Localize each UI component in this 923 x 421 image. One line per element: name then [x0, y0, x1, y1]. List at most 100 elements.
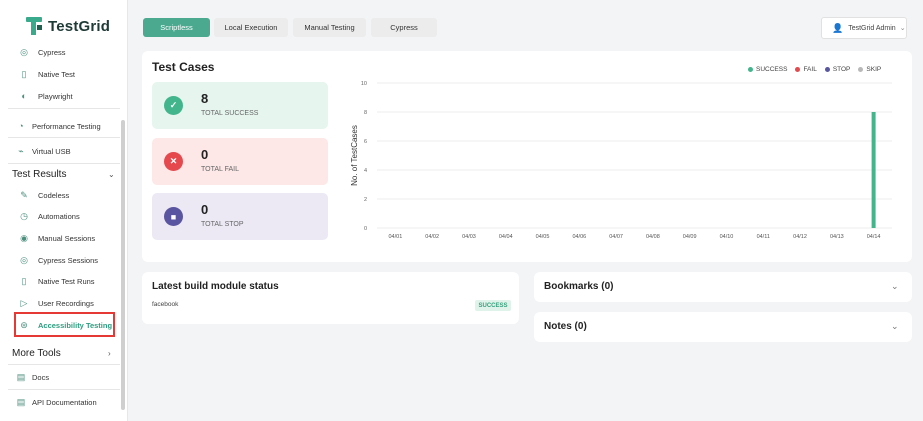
sidebar-section-more-tools[interactable]: More Tools › [0, 343, 120, 363]
native-test-runs-icon: ▯ [21, 275, 27, 286]
x-tick-label: 04/08 [646, 234, 660, 240]
sidebar-item-label: Cypress [38, 47, 66, 57]
sidebar-item-label: Virtual USB [32, 146, 71, 156]
test-cases-chart: 0 2 4 6 8 10 04/01 04/02 04/03 04/04 04/05 04/06 04/… [350, 81, 892, 240]
codeless-icon: ✎ [20, 189, 28, 200]
sidebar-scrollbar[interactable] [121, 120, 125, 410]
build-status-card: Latest build module status facebook SUCC… [142, 272, 519, 324]
fail-x-icon: ✕ [164, 152, 183, 171]
stat-total-fail: ✕ 0 TOTAL FAIL [152, 138, 328, 185]
card-title: Test Cases [152, 60, 215, 74]
stat-label: TOTAL STOP [201, 221, 244, 228]
sidebar-item-label: Performance Testing [32, 121, 101, 131]
stat-value: 0 [201, 147, 209, 162]
stat-label: TOTAL SUCCESS [201, 110, 259, 117]
sidebar-item-manual-sessions[interactable]: ◉ Manual Sessions [0, 228, 120, 248]
chevron-down-icon: ⌄ [108, 169, 115, 179]
sidebar-item-api-documentation[interactable]: ▤ API Documentation [0, 392, 120, 412]
x-tick-label: 04/10 [720, 234, 734, 240]
stat-total-success: ✓ 8 TOTAL SUCCESS [152, 82, 328, 129]
bookmarks-panel[interactable]: Bookmarks (0) ⌄ [534, 272, 912, 302]
x-tick-label: 04/04 [499, 234, 513, 240]
sidebar-item-codeless[interactable]: ✎ Codeless [0, 185, 120, 205]
user-menu[interactable]: 👤 TestGrid Admin ⌄ [821, 17, 907, 39]
docs-icon: ▤ [16, 371, 26, 382]
chevron-down-icon[interactable]: ⌄ [891, 281, 899, 292]
sidebar-item-native-test-runs[interactable]: ▯ Native Test Runs [0, 271, 120, 291]
section-label: Test Results [12, 168, 67, 180]
test-cases-card: Test Cases ✓ 8 TOTAL SUCCESS ✕ 0 TOTAL F… [142, 51, 912, 262]
stat-label: TOTAL FAIL [201, 166, 239, 173]
y-axis-label: No. of TestCases [350, 125, 359, 186]
sidebar-item-performance-testing[interactable]: ◔ Performance Testing [0, 116, 120, 136]
tab-manual-testing[interactable]: Manual Testing [293, 18, 366, 37]
top-bar: Scriptless Local Execution Manual Testin… [128, 0, 923, 48]
x-tick-label: 04/03 [462, 234, 476, 240]
x-tick-label: 04/06 [572, 234, 586, 240]
api-docs-icon: ▤ [16, 396, 26, 407]
testgrid-logo-icon [26, 17, 42, 35]
cypress-icon: ◎ [20, 46, 28, 57]
playwright-icon: ◐ [21, 91, 27, 101]
chevron-down-icon[interactable]: ⌄ [891, 321, 899, 332]
sidebar-item-label: Cypress Sessions [38, 255, 99, 265]
x-tick-label: 04/09 [683, 234, 697, 240]
stat-value: 0 [201, 202, 209, 217]
build-module-name: facebook [152, 301, 179, 308]
stat-value: 8 [201, 91, 209, 106]
sidebar-section-test-results[interactable]: Test Results ⌄ [0, 164, 120, 184]
tab-cypress[interactable]: Cypress [371, 18, 437, 37]
x-tick-label: 04/11 [757, 234, 770, 240]
y-tick-label: 8 [364, 110, 367, 116]
x-tick-label: 04/02 [425, 234, 439, 240]
sidebar-divider [8, 389, 120, 390]
sidebar-item-docs[interactable]: ▤ Docs [0, 367, 120, 387]
y-tick-label: 10 [361, 81, 367, 87]
tab-local-execution[interactable]: Local Execution [214, 18, 288, 37]
x-tick-label: 04/01 [389, 234, 403, 240]
sidebar-divider [8, 137, 120, 138]
sidebar-item-virtual-usb[interactable]: ⌁ Virtual USB [0, 141, 120, 161]
sidebar-item-user-recordings[interactable]: ▷ User Recordings [0, 293, 120, 313]
sidebar-item-native-test[interactable]: ▯ Native Test [0, 64, 120, 84]
user-recordings-icon: ▷ [20, 297, 28, 308]
performance-icon: ◔ [18, 121, 24, 131]
notes-panel[interactable]: Notes (0) ⌄ [534, 312, 912, 342]
status-badge: SUCCESS [475, 300, 511, 311]
sidebar-item-automations[interactable]: ◷ Automations [0, 206, 120, 226]
cypress-sessions-icon: ◎ [20, 254, 28, 265]
sidebar-item-label: API Documentation [32, 397, 97, 407]
sidebar-item-label: Docs [32, 372, 50, 382]
y-tick-label: 0 [364, 226, 367, 232]
card-title: Latest build module status [152, 281, 279, 292]
panel-title: Bookmarks (0) [544, 281, 614, 292]
bar-success [871, 112, 876, 228]
sidebar-divider [8, 108, 120, 109]
stat-total-stop: ■ 0 TOTAL STOP [152, 193, 328, 240]
sidebar-item-label: User Recordings [38, 298, 94, 308]
y-tick-label: 6 [364, 139, 367, 145]
manual-sessions-icon: ◉ [20, 232, 28, 243]
sidebar-item-playwright[interactable]: ◐ Playwright [0, 86, 120, 106]
section-label: More Tools [12, 347, 61, 359]
sidebar-item-cypress-sessions[interactable]: ◎ Cypress Sessions [0, 250, 120, 270]
stop-square-icon: ■ [164, 207, 183, 226]
highlight-box [14, 312, 115, 337]
y-tick-label: 4 [364, 168, 367, 174]
sidebar-item-label: Playwright [38, 91, 73, 101]
user-name: TestGrid Admin [848, 24, 896, 32]
sidebar-item-cypress[interactable]: ◎ Cypress [0, 42, 120, 62]
x-tick-label: 04/14 [867, 234, 881, 240]
app-logo[interactable]: TestGrid [26, 15, 110, 37]
x-tick-label: 04/12 [793, 234, 807, 240]
chevron-down-icon: ⌄ [899, 25, 906, 32]
app-name: TestGrid [48, 17, 111, 35]
automations-icon: ◷ [20, 210, 28, 221]
user-icon: 👤 [832, 22, 844, 33]
native-test-icon: ▯ [21, 68, 27, 79]
tab-scriptless[interactable]: Scriptless [143, 18, 210, 37]
sidebar-item-label: Native Test [38, 69, 75, 79]
sidebar: TestGrid ◎ Cypress ▯ Native Test ◐ Playw… [0, 0, 128, 421]
sidebar-item-label: Native Test Runs [38, 276, 95, 286]
sidebar-divider [8, 364, 120, 365]
